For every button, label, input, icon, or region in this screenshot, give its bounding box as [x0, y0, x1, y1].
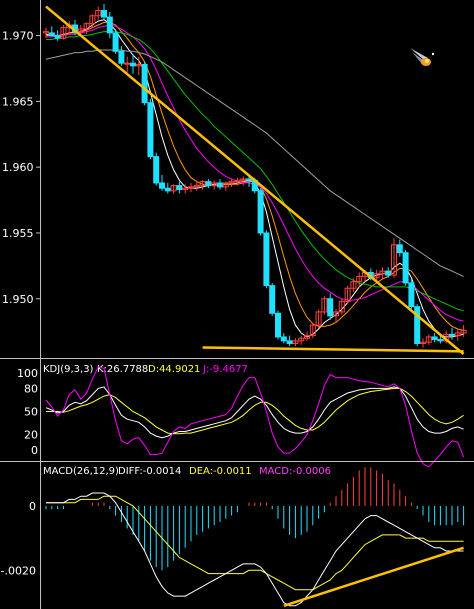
candle-body	[408, 282, 415, 308]
candle-body	[205, 181, 212, 187]
candle-body	[449, 333, 455, 337]
macd-histogram	[45, 467, 465, 571]
candlesticks	[43, 3, 467, 348]
candle-body	[106, 16, 113, 34]
moving-average-line	[46, 24, 464, 322]
candle-body	[176, 185, 183, 191]
candle-body	[54, 35, 61, 39]
macd-panel: MACD(26,12,9) DIFF:-0.0014 DEA:-0.0011 M…	[1, 466, 465, 607]
price-tick-label: 1.960	[2, 161, 34, 174]
candle-body	[217, 182, 223, 188]
kdj-tick-label: 20	[24, 429, 38, 442]
kdj-label: KDJ(9,3,3)	[43, 364, 94, 375]
candle-body	[246, 178, 252, 181]
candle-body	[153, 156, 160, 184]
price-tick-label: 1.965	[2, 95, 34, 108]
candle-body	[286, 340, 293, 345]
candle-body	[159, 182, 165, 189]
kdj-d-value: D:44.9021	[148, 364, 200, 375]
candle-body	[269, 285, 276, 314]
kdj-j-line	[45, 366, 465, 468]
candle-body	[327, 298, 334, 317]
price-axis: 1.970 1.965 1.960 1.955 1.950	[2, 30, 40, 306]
candle-body	[257, 190, 264, 234]
price-tick-label: 1.950	[2, 293, 34, 306]
candle-body	[414, 306, 421, 345]
macd-diff-value: DIFF:-0.0014	[118, 466, 181, 477]
macd-dea-value: DEA:-0.0011	[189, 466, 252, 477]
price-downtrend-line	[45, 5, 465, 356]
candle-body	[275, 312, 281, 338]
candle-body	[437, 339, 444, 342]
moving-average-line	[46, 21, 464, 331]
price-tick-label: 1.955	[2, 227, 34, 240]
macd-uptrend-line	[283, 546, 464, 607]
macd-label: MACD(26,12,9)	[43, 466, 119, 477]
candle-body	[385, 270, 392, 276]
candle-body	[101, 10, 107, 18]
macd-tick-label: 0	[29, 500, 36, 513]
kdj-panel: KDJ(9,3,3) K:26.7788 D:44.9021 J:-9.4677…	[17, 364, 465, 468]
candle-body	[48, 32, 55, 37]
kdj-tick-label: 100	[17, 367, 38, 380]
kdj-tick-label: 0	[31, 444, 38, 457]
candle-body	[147, 102, 154, 158]
candle-body	[431, 336, 438, 341]
candle-body	[124, 62, 131, 65]
kdj-d-line	[46, 387, 464, 435]
price-tick-label: 1.970	[2, 30, 34, 43]
candle-body	[164, 187, 171, 192]
candle-body	[112, 32, 119, 52]
candle-body	[263, 232, 270, 287]
macd-macd-value: MACD:-0.0006	[259, 466, 331, 477]
candle-body	[396, 244, 403, 254]
candle-body	[118, 50, 125, 64]
macd-dea-line	[46, 495, 464, 591]
kdj-tick-label: 50	[24, 406, 38, 419]
stock-chart: 1.970 1.965 1.960 1.955 1.950 KDJ(9,3,3) K:2…	[0, 0, 474, 609]
macd-diff-line	[46, 492, 464, 607]
kdj-lines	[45, 366, 465, 468]
macd-tick-label: -.0020	[1, 564, 36, 577]
candle-body	[141, 63, 148, 104]
kdj-j-value: J:-9.4677	[202, 364, 248, 375]
price-trendlines	[45, 5, 465, 356]
price-support-line	[202, 346, 464, 353]
candle-body	[402, 252, 409, 284]
candle-body	[280, 336, 287, 342]
macd-axis: 0 -.0020	[1, 500, 36, 577]
comet-icon[interactable]	[410, 48, 435, 66]
macd-lines	[46, 492, 464, 607]
candle-body	[130, 62, 136, 67]
kdj-tick-label: 80	[24, 382, 38, 395]
kdj-axis: 100 80 50 20 0	[17, 367, 38, 457]
price-panel: 1.970 1.965 1.960 1.955 1.950	[2, 0, 467, 609]
